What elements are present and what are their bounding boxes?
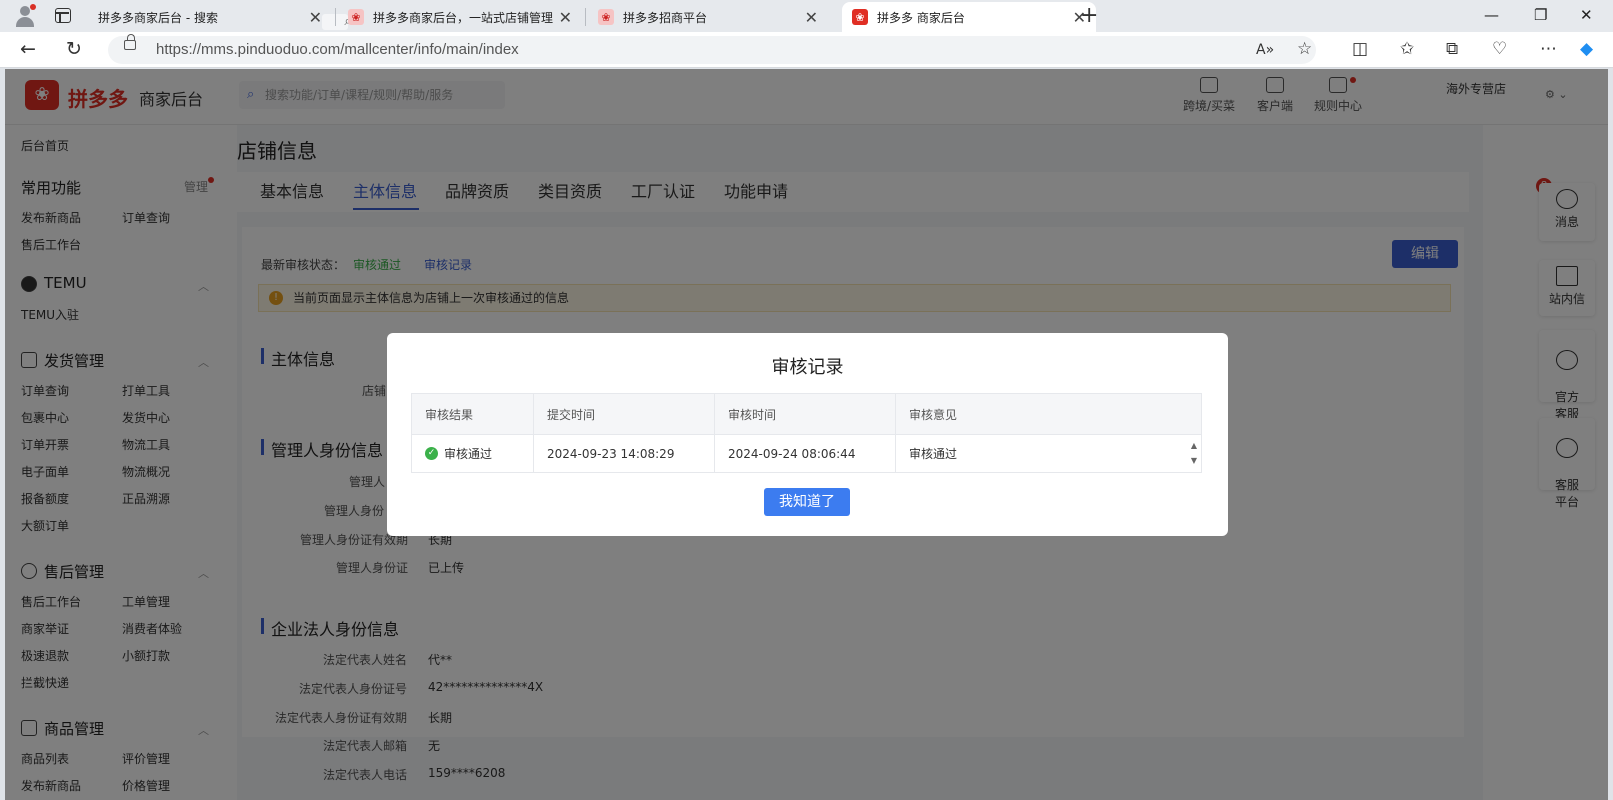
column-header: 审核结果 <box>412 394 534 434</box>
result-cell: ✓ 审核通过 <box>412 435 534 472</box>
table-header-row: 审核结果 提交时间 审核时间 审核意见 <box>412 394 1201 434</box>
tab-actions-icon[interactable] <box>55 8 71 23</box>
modal-title: 审核记录 <box>771 357 844 378</box>
read-aloud-icon[interactable]: A» <box>1256 42 1274 58</box>
collections-icon[interactable]: ⧉ <box>1446 39 1458 59</box>
minimize-icon[interactable]: — <box>1484 6 1499 24</box>
submit-time-cell: 2024-09-23 14:08:29 <box>534 435 715 472</box>
column-header: 提交时间 <box>534 394 715 434</box>
table-row: ✓ 审核通过 2024-09-23 14:08:29 2024-09-24 08… <box>412 434 1201 472</box>
lock-icon[interactable] <box>124 34 136 50</box>
browser-tab-mall[interactable]: ❀ 拼多多商家后台，一站式店铺管理 ✕ <box>338 2 582 32</box>
window-close-icon[interactable]: ✕ <box>1580 6 1593 24</box>
favorite-star-icon[interactable]: ☆ <box>1297 39 1312 59</box>
pdd-icon: ❀ <box>598 9 614 25</box>
close-icon[interactable]: ✕ <box>805 8 818 27</box>
opinion-cell: 审核通过 <box>909 447 958 461</box>
column-header: 审核时间 <box>715 394 896 434</box>
browser-essentials-icon[interactable]: ♡ <box>1492 39 1507 59</box>
audit-record-table: 审核结果 提交时间 审核时间 审核意见 ✓ 审核通过 2024-09-23 14… <box>411 393 1202 473</box>
tab-title: 拼多多招商平台 <box>623 10 708 25</box>
favorites-icon[interactable]: ✩ <box>1400 39 1414 59</box>
more-icon[interactable]: ⋯ <box>1540 39 1557 59</box>
browser-tab-bar: ⌕ 拼多多商家后台 - 搜索 ✕ ❀ 拼多多商家后台，一站式店铺管理 ✕ ❀ 拼… <box>0 0 1613 32</box>
restore-icon[interactable]: ❐ <box>1534 6 1547 24</box>
tab-title: 拼多多 商家后台 <box>877 10 965 25</box>
copilot-icon[interactable]: ◆ <box>1580 39 1593 59</box>
audit-record-modal: 审核记录 审核结果 提交时间 审核时间 审核意见 ✓ 审核通过 2024-09-… <box>387 333 1228 536</box>
tab-title: 拼多多商家后台 - 搜索 <box>98 10 218 25</box>
back-icon[interactable]: ← <box>20 38 36 60</box>
tab-title: 拼多多商家后台，一站式店铺管理 <box>373 10 554 25</box>
acknowledge-button[interactable]: 我知道了 <box>764 488 850 516</box>
close-icon[interactable]: ✕ <box>559 8 572 27</box>
pdd-icon: ❀ <box>348 9 364 25</box>
url-text[interactable]: https://mms.pinduoduo.com/mallcenter/inf… <box>156 41 519 58</box>
check-circle-icon: ✓ <box>425 447 438 460</box>
browser-tab-search[interactable]: ⌕ 拼多多商家后台 - 搜索 ✕ <box>88 2 352 32</box>
column-header: 审核意见 <box>909 407 958 422</box>
result-text: 审核通过 <box>444 447 493 461</box>
close-icon[interactable]: ✕ <box>309 8 322 27</box>
pdd-icon: ❀ <box>852 9 868 25</box>
scroll-down-icon[interactable]: ▼ <box>1191 456 1197 465</box>
refresh-icon[interactable]: ↻ <box>66 38 82 60</box>
scroll-up-icon[interactable]: ▲ <box>1191 441 1197 450</box>
browser-tab-recruit[interactable]: ❀ 拼多多招商平台 ✕ <box>588 2 828 32</box>
audit-time-cell: 2024-09-24 08:06:44 <box>715 435 896 472</box>
profile-icon[interactable] <box>14 4 36 27</box>
browser-tab-merchant[interactable]: ❀ 拼多多 商家后台 ✕ <box>842 2 1096 32</box>
new-tab-button[interactable]: + <box>1080 3 1098 28</box>
split-screen-icon[interactable]: ◫ <box>1352 39 1368 59</box>
